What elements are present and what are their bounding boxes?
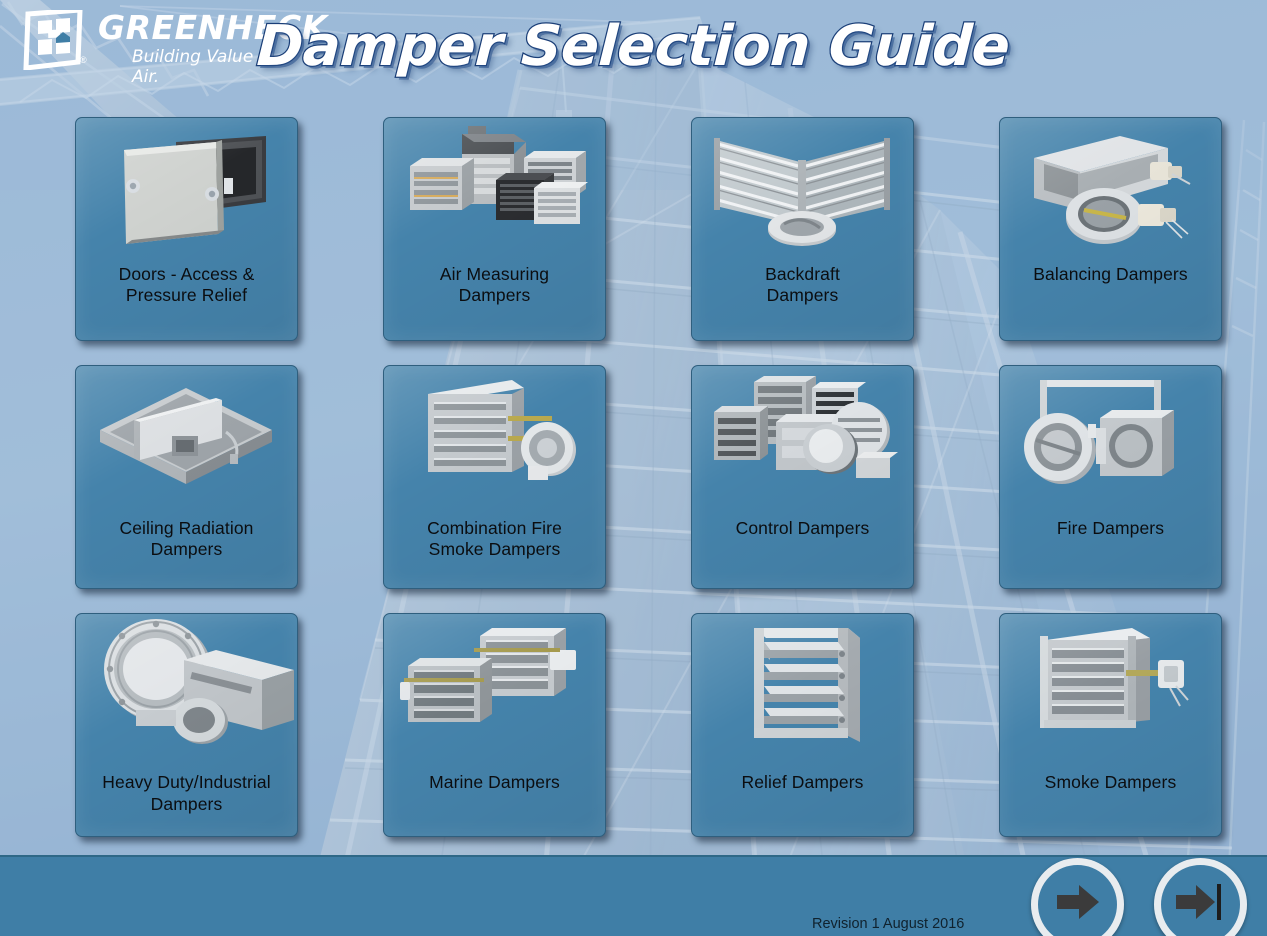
tile-relief-dampers[interactable]: Relief Dampers [691, 613, 914, 838]
backdraft-product-image [692, 118, 913, 260]
tile-label: Marine Dampers [429, 772, 560, 793]
tile-heavy-duty-industrial-dampers[interactable]: Heavy Duty/Industrial Dampers [75, 613, 298, 838]
combination-fire-smoke-product-image [384, 366, 605, 508]
tile-label: Backdraft Dampers [765, 263, 840, 305]
tile-label: Control Dampers [735, 517, 870, 538]
tile-label: Balancing Dampers [1033, 263, 1188, 284]
tile-label: Smoke Dampers [1044, 772, 1177, 793]
damper-category-grid: Doors - Access & Pressure Relief Air Mea… [75, 112, 1222, 842]
relief-dampers-product-image [692, 614, 913, 756]
marine-dampers-product-image [384, 614, 605, 756]
tile-backdraft-dampers[interactable]: Backdraft Dampers [691, 116, 914, 341]
revision-text: Revision 1 August 2016 [812, 916, 965, 932]
tile-label: Doors - Access & Pressure Relief [118, 263, 255, 305]
tile-fire-dampers[interactable]: Fire Dampers [999, 364, 1222, 589]
tile-combination-fire-smoke-dampers[interactable]: Combination Fire Smoke Dampers [383, 364, 606, 589]
tile-doors-access-pressure-relief[interactable]: Doors - Access & Pressure Relief [75, 116, 298, 341]
ceiling-radiation-product-image [76, 366, 297, 508]
tile-air-measuring-dampers[interactable]: Air Measuring Dampers [383, 116, 606, 341]
page-title: Damper Selection Guide [254, 13, 1012, 81]
arrow-right-to-bar-icon [1175, 882, 1226, 927]
tile-label: Combination Fire Smoke Dampers [427, 517, 562, 560]
control-dampers-product-image [692, 366, 913, 508]
smoke-dampers-product-image [1000, 614, 1221, 756]
tile-label: Fire Dampers [1056, 517, 1165, 538]
tile-label: Air Measuring Dampers [439, 263, 550, 305]
tile-ceiling-radiation-dampers[interactable]: Ceiling Radiation Dampers [75, 364, 298, 589]
heavy-duty-product-image [76, 614, 297, 756]
tile-label: Heavy Duty/Industrial Dampers [102, 772, 271, 814]
tile-label: Ceiling Radiation Dampers [119, 517, 254, 560]
tile-control-dampers[interactable]: Control Dampers [691, 364, 914, 589]
access-door-product-image [76, 118, 297, 260]
balancing-product-image [1000, 118, 1221, 260]
title-bar: Damper Selection Guide [0, 13, 1267, 81]
fire-dampers-product-image [1000, 366, 1221, 508]
damper-selection-guide-page: Damper Selection Guide Doors - Access & … [0, 0, 1267, 936]
air-measuring-product-image [384, 118, 605, 260]
tile-label: Relief Dampers [741, 772, 864, 793]
tile-marine-dampers[interactable]: Marine Dampers [383, 613, 606, 838]
arrow-right-icon [1055, 882, 1101, 927]
tile-smoke-dampers[interactable]: Smoke Dampers [999, 613, 1222, 838]
tile-balancing-dampers[interactable]: Balancing Dampers [999, 116, 1222, 341]
